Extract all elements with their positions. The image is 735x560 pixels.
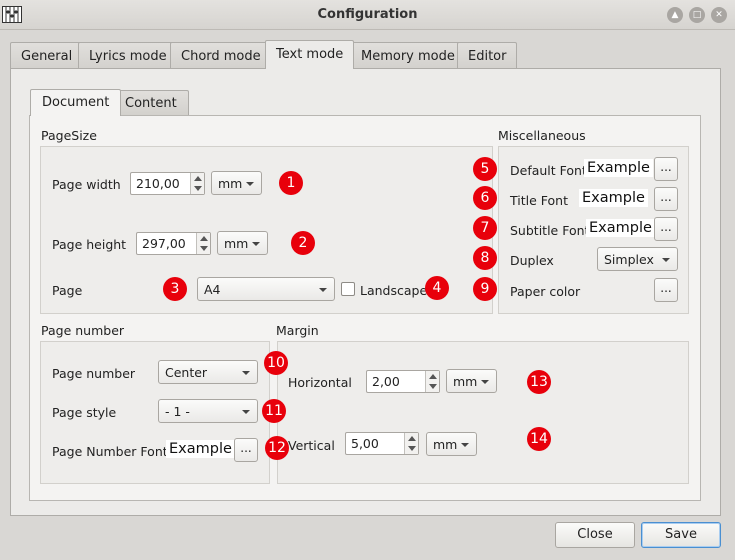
horizontal-margin-value: 2,00	[372, 374, 400, 389]
horizontal-label: Horizontal	[288, 375, 352, 390]
paper-color-button[interactable]: ...	[654, 278, 678, 302]
chevron-down-icon	[242, 410, 250, 414]
title-font-button[interactable]: ...	[654, 187, 678, 211]
misc-title: Miscellaneous	[498, 128, 586, 143]
badge-7: 7	[473, 216, 497, 240]
tab-editor[interactable]: Editor	[457, 42, 518, 69]
page-height-value: 297,00	[142, 236, 186, 251]
badge-6: 6	[473, 186, 497, 210]
page-style-label: Page style	[52, 405, 117, 420]
chevron-down-icon	[252, 242, 260, 246]
page-height-label: Page height	[52, 237, 127, 252]
subtab-document[interactable]: Document	[30, 89, 122, 116]
page-number-value: Center	[165, 365, 208, 380]
badge-4: 4	[425, 276, 449, 300]
vertical-margin-spinbox[interactable]: 5,00	[345, 432, 419, 455]
badge-14: 14	[527, 427, 551, 451]
horizontal-unit-value: mm	[453, 374, 478, 389]
default-font-button[interactable]: ...	[654, 157, 678, 181]
page-height-unit-select[interactable]: mm	[217, 231, 268, 255]
spin-arrows-icon[interactable]	[425, 371, 439, 392]
margin-group	[277, 341, 689, 484]
vertical-unit-select[interactable]: mm	[426, 432, 477, 456]
chevron-down-icon	[481, 380, 489, 384]
subtitle-font-button[interactable]: ...	[654, 217, 678, 241]
tab-text-mode[interactable]: Text mode	[265, 40, 355, 69]
page-width-label: Page width	[52, 177, 121, 192]
spin-arrows-icon[interactable]	[404, 433, 418, 454]
duplex-label: Duplex	[510, 253, 554, 268]
badge-8: 8	[473, 246, 497, 270]
badge-11: 11	[262, 399, 286, 423]
title-font-example: Example	[579, 189, 648, 207]
badge-3: 3	[163, 277, 187, 301]
page-style-value: - 1 -	[165, 404, 190, 419]
close-button[interactable]: Close	[555, 522, 635, 548]
page-height-unit-value: mm	[224, 236, 249, 251]
chevron-down-icon	[319, 288, 327, 292]
page-width-unit-select[interactable]: mm	[211, 171, 262, 195]
subtab-content[interactable]: Content	[113, 90, 189, 115]
badge-10: 10	[264, 351, 288, 375]
pagesize-title: PageSize	[41, 128, 97, 143]
landscape-checkbox[interactable]	[341, 282, 355, 296]
page-width-spinbox[interactable]: 210,00	[130, 172, 205, 195]
badge-5: 5	[473, 157, 497, 181]
badge-9: 9	[473, 277, 497, 301]
paper-color-label: Paper color	[510, 284, 581, 299]
tab-lyrics-mode[interactable]: Lyrics mode	[78, 42, 178, 69]
badge-12: 12	[265, 436, 289, 460]
window-title: Configuration	[317, 7, 418, 22]
page-height-spinbox[interactable]: 297,00	[136, 232, 211, 255]
page-label: Page	[52, 283, 83, 298]
chevron-down-icon	[242, 371, 250, 375]
horizontal-unit-select[interactable]: mm	[446, 369, 497, 393]
page-style-select[interactable]: - 1 -	[158, 399, 258, 423]
default-font-label: Default Font	[510, 163, 587, 178]
vertical-margin-value: 5,00	[351, 436, 379, 451]
chevron-down-icon	[246, 182, 254, 186]
page-number-font-label: Page Number Font	[52, 444, 168, 459]
landscape-label: Landscape	[360, 283, 428, 298]
duplex-select[interactable]: Simplex	[597, 247, 678, 271]
badge-1: 1	[279, 171, 303, 195]
page-number-select[interactable]: Center	[158, 360, 258, 384]
chevron-down-icon	[461, 443, 469, 447]
spin-arrows-icon[interactable]	[196, 233, 210, 254]
tab-chord-mode[interactable]: Chord mode	[170, 42, 272, 69]
close-window-icon[interactable]: ✕	[711, 7, 727, 23]
save-button[interactable]: Save	[641, 522, 721, 548]
tab-memory-mode[interactable]: Memory mode	[350, 42, 466, 69]
tab-general[interactable]: General	[10, 42, 84, 69]
chevron-down-icon	[662, 258, 670, 262]
badge-13: 13	[527, 370, 551, 394]
title-bar: Configuration ▲ □ ✕	[0, 0, 735, 30]
page-number-font-button[interactable]: ...	[234, 438, 258, 462]
page-number-label: Page number	[52, 366, 136, 381]
vertical-unit-value: mm	[433, 437, 458, 452]
badge-2: 2	[291, 231, 315, 255]
page-format-value: A4	[204, 282, 221, 297]
horizontal-margin-spinbox[interactable]: 2,00	[366, 370, 440, 393]
default-font-example: Example	[584, 159, 653, 177]
vertical-label: Vertical	[288, 438, 335, 453]
margin-title: Margin	[276, 323, 319, 338]
duplex-value: Simplex	[604, 252, 654, 267]
keep-above-icon[interactable]: ▲	[667, 7, 683, 23]
spin-arrows-icon[interactable]	[190, 173, 204, 194]
title-font-label: Title Font	[510, 193, 568, 208]
page-number-font-example: Example	[166, 440, 235, 458]
page-width-value: 210,00	[136, 176, 180, 191]
page-width-unit-value: mm	[218, 176, 243, 191]
subtitle-font-label: Subtitle Font	[510, 223, 590, 238]
maximize-icon[interactable]: □	[689, 7, 705, 23]
page-format-select[interactable]: A4	[197, 277, 335, 301]
page-number-title: Page number	[41, 323, 125, 338]
subtitle-font-example: Example	[586, 219, 655, 237]
